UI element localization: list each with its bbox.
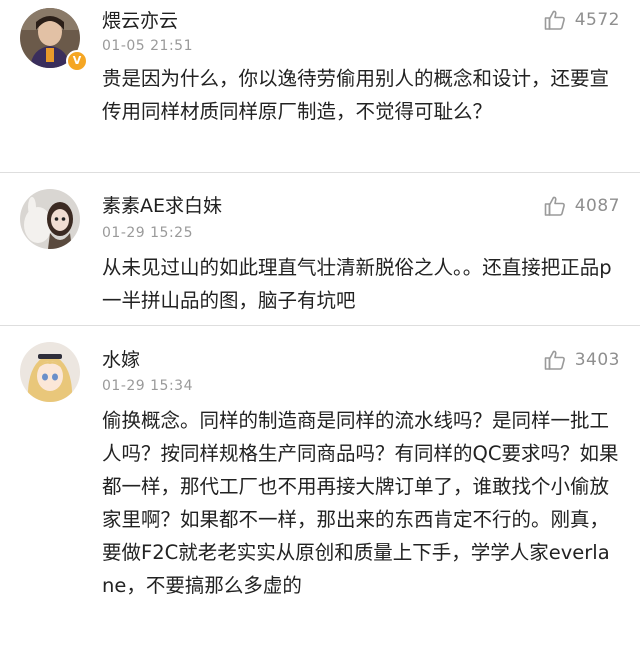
thumbs-up-icon xyxy=(543,348,567,372)
thumbs-up-icon xyxy=(543,8,567,32)
avatar[interactable] xyxy=(20,189,80,249)
verified-badge-icon: V xyxy=(66,50,88,72)
comment-text: 从未见过山的如此理直气壮清新脱俗之人。。还直接把正品p一半拼山品的图，脑子有坑吧 xyxy=(102,256,612,312)
comment-item: V 煨云亦云 01-05 21:51 4572 贵是因为什么，你以逸待劳偷用别人… xyxy=(0,0,640,172)
comment-time: 01-05 21:51 xyxy=(102,38,193,54)
like-count: 3403 xyxy=(574,350,620,370)
comment-time: 01-29 15:34 xyxy=(102,378,193,394)
username[interactable]: 煨云亦云 xyxy=(102,6,178,33)
avatar[interactable] xyxy=(20,342,80,402)
thumbs-up-icon xyxy=(543,194,567,218)
username[interactable]: 素素AE求白妹 xyxy=(102,191,222,218)
comment-time: 01-29 15:25 xyxy=(102,225,193,241)
comment-text: 偷换概念。同样的制造商是同样的流水线吗？是同样一批工人吗？按同样规格生产同商品吗… xyxy=(102,409,619,597)
username[interactable]: 水嫁 xyxy=(102,345,140,372)
comment-item: 水嫁 01-29 15:34 3403 偷换概念。同样的制造商是同样的流水线吗？… xyxy=(0,326,640,648)
comment-text: 贵是因为什么，你以逸待劳偷用别人的概念和设计，还要宣传用同样材质同样原厂制造，不… xyxy=(102,67,610,123)
like-count: 4572 xyxy=(574,10,620,30)
like-button[interactable]: 4572 xyxy=(543,7,620,33)
like-button[interactable]: 4087 xyxy=(543,193,620,219)
like-button[interactable]: 3403 xyxy=(543,347,620,373)
like-count: 4087 xyxy=(574,196,620,216)
comment-item: 素素AE求白妹 01-29 15:25 4087 从未见过山的如此理直气壮清新脱… xyxy=(0,173,640,325)
